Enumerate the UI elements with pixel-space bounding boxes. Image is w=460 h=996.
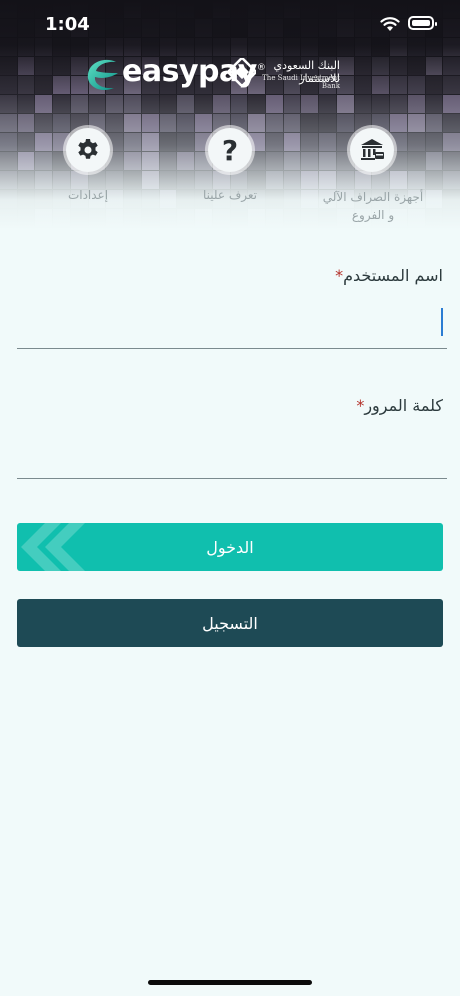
- battery-icon: [408, 16, 437, 30]
- status-time: 1:04: [45, 14, 90, 35]
- atm-branches-button[interactable]: [350, 128, 394, 172]
- login-button[interactable]: الدخول: [17, 523, 443, 571]
- header-banner: 1:04 easypay® البنك السعودي للاستثمار Th…: [0, 0, 460, 260]
- chevron-left-icon: [21, 523, 85, 571]
- register-button-label: التسجيل: [202, 613, 258, 633]
- required-mark: *: [335, 266, 344, 285]
- settings-button[interactable]: [66, 128, 110, 172]
- username-input[interactable]: [17, 306, 447, 349]
- bank-name-english: The Saudi Investment Bank: [262, 74, 340, 90]
- status-bar: 1:04: [0, 0, 460, 50]
- bank-logo-icon: [228, 58, 256, 86]
- gear-icon: [78, 139, 98, 159]
- username-label: اسم المستخدم*: [335, 266, 443, 285]
- svg-text:?: ?: [222, 136, 238, 164]
- register-button[interactable]: التسجيل: [17, 599, 443, 647]
- home-indicator: [148, 980, 312, 985]
- settings-label: إعدادات: [67, 188, 109, 202]
- text-cursor: [441, 308, 443, 336]
- login-button-label: الدخول: [206, 537, 254, 557]
- about-us-button[interactable]: ?: [208, 128, 252, 172]
- wifi-icon: [380, 17, 400, 31]
- password-label: كلمة المرور*: [356, 396, 443, 415]
- password-input[interactable]: [17, 436, 447, 479]
- bank-icon: [361, 139, 384, 160]
- easypay-logo-icon: [87, 59, 118, 91]
- atm-branches-label: أجهزة الصراف الآلي و الفروع: [322, 190, 424, 222]
- question-icon: ?: [222, 136, 238, 164]
- about-us-label: تعرف علينا: [202, 188, 258, 202]
